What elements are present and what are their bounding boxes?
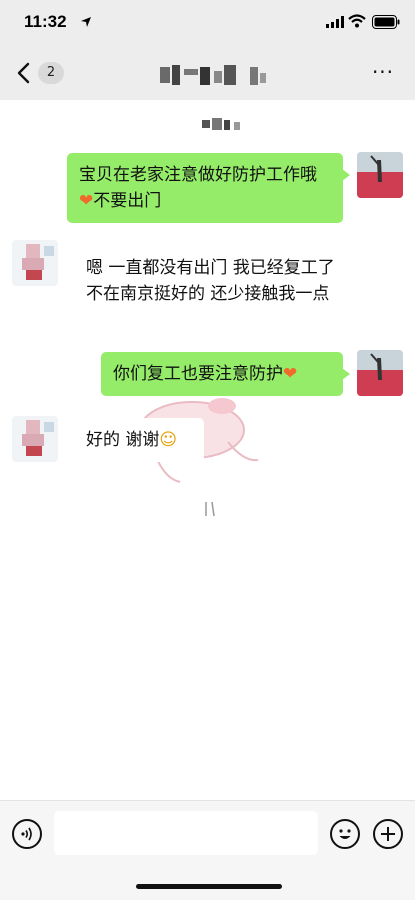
message-text: 好的 谢谢 — [86, 430, 160, 450]
self-avatar[interactable] — [357, 350, 403, 396]
message-text: 宝贝在老家注意做好防护工作哦 — [79, 165, 317, 185]
unread-count-badge[interactable]: 2 — [38, 62, 64, 84]
message-input[interactable] — [54, 811, 318, 855]
message-text: 嗯 一直都没有出门 我已经复工了 不在南京挺好的 还少接触我一点 — [86, 258, 335, 304]
peer-avatar[interactable] — [12, 416, 58, 462]
emoji-button[interactable] — [330, 819, 360, 849]
peer-avatar[interactable] — [12, 240, 58, 286]
message-text: 你们复工也要注意防护 — [113, 364, 283, 384]
avatar-image — [12, 240, 58, 286]
home-indicator[interactable] — [136, 884, 282, 889]
contact-name-pixelated — [160, 63, 270, 87]
more-functions-button[interactable] — [373, 819, 403, 849]
heart-emoji-icon: ❤ — [79, 191, 94, 211]
avatar-image — [357, 350, 403, 396]
smiley-icon — [339, 829, 351, 839]
status-bar: 11:32 — [0, 0, 415, 48]
cellular-signal-icon — [326, 16, 344, 28]
status-time: 11:32 — [24, 12, 67, 31]
message-bubble-peer[interactable]: 好的 谢谢☺ — [74, 418, 204, 462]
back-chevron-icon[interactable] — [14, 60, 36, 86]
timestamp-pixelated — [202, 116, 242, 132]
message-bubble-self[interactable]: 宝贝在老家注意做好防护工作哦 ❤不要出门 — [67, 153, 350, 223]
self-avatar[interactable] — [357, 152, 403, 198]
chat-area[interactable]: 宝贝在老家注意做好防护工作哦❤不要出门 嗯 一直都没有出门 我已经复工了 不在南… — [0, 100, 415, 800]
location-arrow-icon — [81, 17, 91, 27]
heart-emoji-icon: ❤ — [283, 364, 298, 384]
more-options-button[interactable]: ··· — [369, 62, 397, 84]
message-bubble-peer[interactable]: 嗯 一直都没有出门 我已经复工了 不在南京挺好的 还少接触我一点 — [74, 246, 360, 316]
plus-icon — [381, 827, 395, 841]
avatar-image — [12, 416, 58, 462]
battery-icon — [372, 15, 400, 29]
voice-input-button[interactable] — [12, 819, 42, 849]
smile-emoji-icon: ☺ — [159, 430, 178, 450]
voice-icon — [21, 827, 32, 841]
wifi-icon — [348, 14, 366, 28]
chat-header: 2 ··· — [0, 48, 415, 100]
message-text: 不要出门 — [93, 191, 162, 211]
avatar-image — [357, 152, 403, 198]
